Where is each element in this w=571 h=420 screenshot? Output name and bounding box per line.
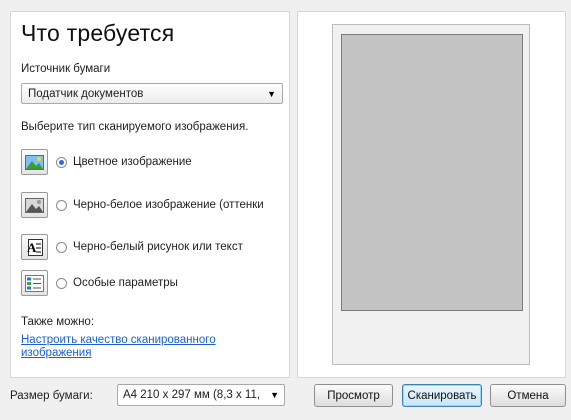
option-label: Черно-белый рисунок или текст [73,241,243,253]
paper-size-value: A4 210 x 297 мм (8,3 x 11, [123,389,261,401]
adjust-quality-link[interactable]: Настроить качество сканированного изобра… [21,334,261,360]
radio-bw-text[interactable] [56,241,67,253]
option-grayscale-image[interactable]: Черно-белое изображение (оттенки [21,191,270,219]
preview-scan-area[interactable] [341,34,523,311]
scan-button[interactable]: Сканировать [402,384,482,407]
grayscale-photo-icon[interactable] [21,192,48,218]
also-label: Также можно: [21,316,95,328]
image-type-prompt: Выберите тип сканируемого изображения. [21,121,249,133]
custom-settings-icon[interactable] [21,270,48,296]
paper-size-dropdown[interactable]: A4 210 x 297 мм (8,3 x 11, ▼ [117,384,285,406]
chevron-down-icon: ▼ [267,88,276,99]
paper-source-label: Источник бумаги [21,63,111,75]
option-custom[interactable]: Особые параметры [21,269,270,297]
preview-button[interactable]: Просмотр [314,384,393,407]
option-bw-text[interactable]: A Черно-белый рисунок или текст [21,233,270,261]
preview-page [332,24,530,365]
cancel-button[interactable]: Отмена [490,384,566,407]
color-photo-icon[interactable] [21,149,48,175]
chevron-down-icon: ▼ [270,390,279,400]
svg-text:A: A [27,240,37,255]
option-label: Черно-белое изображение (оттенки [73,199,264,211]
radio-color-image[interactable] [56,156,67,168]
radio-custom[interactable] [56,277,67,289]
paper-source-dropdown[interactable]: Податчик документов ▼ [21,83,283,104]
scan-settings-panel: Что требуется Источник бумаги Податчик д… [10,11,290,378]
option-label: Особые параметры [73,277,178,289]
radio-grayscale-image[interactable] [56,199,67,211]
paper-source-value: Податчик документов [28,87,144,100]
option-label: Цветное изображение [73,156,192,168]
paper-size-label: Размер бумаги: [10,390,93,402]
preview-panel [297,11,566,378]
text-document-icon[interactable]: A [21,234,48,260]
option-color-image[interactable]: Цветное изображение [21,148,270,176]
panel-title: Что требуется [21,20,175,46]
